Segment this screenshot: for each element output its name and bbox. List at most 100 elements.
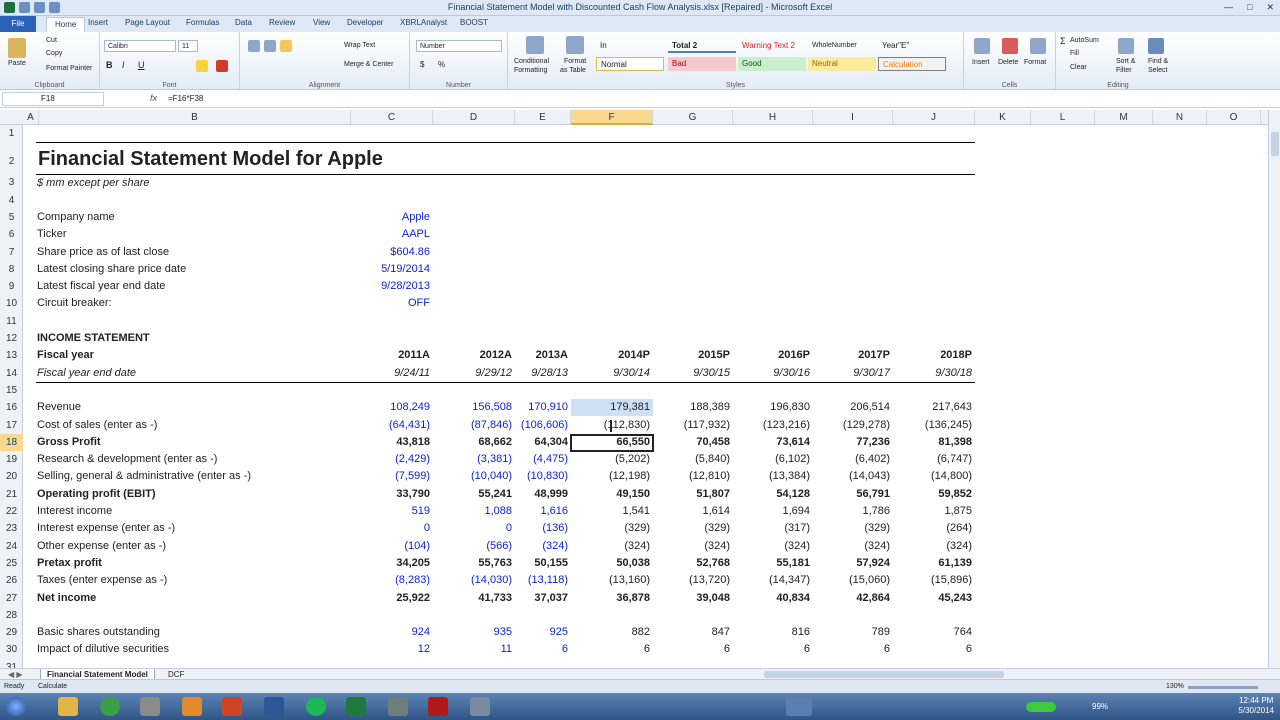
line-item-value[interactable]: (129,278) bbox=[813, 417, 893, 434]
line-item-value[interactable]: 108,249 bbox=[353, 399, 433, 416]
line-item-value[interactable]: 36,878 bbox=[573, 590, 653, 607]
fiscal-year-header[interactable]: 2017P bbox=[813, 347, 893, 364]
find-select-icon[interactable] bbox=[1148, 38, 1164, 54]
fiscal-year-end-label[interactable]: Fiscal year end date bbox=[37, 365, 136, 382]
wrap-text-button[interactable]: Wrap Text bbox=[344, 42, 375, 49]
fiscal-year-header[interactable]: 2013A bbox=[491, 347, 571, 364]
line-item-value[interactable]: (329) bbox=[573, 520, 653, 537]
line-item-label[interactable]: Other expense (enter as -) bbox=[37, 538, 166, 555]
format-painter-button[interactable]: Format Painter bbox=[46, 65, 92, 72]
line-item-value[interactable]: 51,807 bbox=[653, 486, 733, 503]
tab-review[interactable]: Review bbox=[269, 18, 295, 27]
tab-xbrlanalyst[interactable]: XBRLAnalyst bbox=[400, 18, 447, 27]
line-item-value[interactable]: (64,431) bbox=[353, 417, 433, 434]
row-header-6[interactable]: 6 bbox=[0, 226, 23, 243]
excel-icon[interactable] bbox=[346, 697, 366, 716]
line-item-value[interactable]: (14,800) bbox=[895, 468, 975, 485]
line-item-value[interactable]: 217,643 bbox=[895, 399, 975, 416]
line-item-label[interactable]: Revenue bbox=[37, 399, 81, 416]
network-icon[interactable] bbox=[1026, 702, 1056, 712]
info-label[interactable]: Circuit breaker: bbox=[37, 295, 112, 312]
column-header-l[interactable]: L bbox=[1031, 110, 1095, 125]
line-item-value[interactable]: (329) bbox=[653, 520, 733, 537]
shares-value[interactable]: 925 bbox=[491, 624, 571, 641]
line-item-label[interactable]: Gross Profit bbox=[37, 434, 101, 451]
line-item-value[interactable]: (14,347) bbox=[733, 572, 813, 589]
font-name-select[interactable]: Calibri bbox=[104, 40, 176, 52]
line-item-value[interactable]: (5,202) bbox=[573, 451, 653, 468]
cut-button[interactable]: Cut bbox=[46, 37, 57, 44]
line-item-value[interactable]: (112,830) bbox=[573, 417, 653, 434]
fiscal-year-header[interactable]: 2014P bbox=[573, 347, 653, 364]
format-cells-icon[interactable] bbox=[1030, 38, 1046, 54]
info-value[interactable]: 5/19/2014 bbox=[353, 261, 433, 278]
row-header-30[interactable]: 30 bbox=[0, 641, 23, 658]
info-value[interactable]: 9/28/2013 bbox=[353, 278, 433, 295]
sort-filter-button[interactable]: Sort & bbox=[1116, 58, 1135, 65]
line-item-value[interactable]: (13,720) bbox=[653, 572, 733, 589]
clear-button[interactable]: Clear bbox=[1070, 64, 1087, 71]
line-item-value[interactable]: 37,037 bbox=[491, 590, 571, 607]
line-item-value[interactable]: 206,514 bbox=[813, 399, 893, 416]
autosum-icon[interactable]: Σ bbox=[1060, 36, 1066, 46]
find-select-button[interactable]: Find & bbox=[1148, 58, 1168, 65]
line-item-value[interactable]: 40,834 bbox=[733, 590, 813, 607]
row-header-24[interactable]: 24 bbox=[0, 538, 23, 555]
line-item-value[interactable]: (10,830) bbox=[491, 468, 571, 485]
line-item-value[interactable]: 64,304 bbox=[491, 434, 571, 451]
line-item-value[interactable]: 61,139 bbox=[895, 555, 975, 572]
info-label[interactable]: Company name bbox=[37, 209, 115, 226]
row-header-7[interactable]: 7 bbox=[0, 244, 23, 261]
line-item-value[interactable]: 59,852 bbox=[895, 486, 975, 503]
info-label[interactable]: Ticker bbox=[37, 226, 67, 243]
style-good[interactable]: Good bbox=[738, 57, 806, 71]
line-item-value[interactable]: (123,216) bbox=[733, 417, 813, 434]
number-format-select[interactable]: Number bbox=[416, 40, 502, 52]
sort-filter-icon[interactable] bbox=[1118, 38, 1134, 54]
notification-icon[interactable] bbox=[786, 697, 812, 716]
line-item-label[interactable]: Research & development (enter as -) bbox=[37, 451, 217, 468]
line-item-value[interactable]: 45,243 bbox=[895, 590, 975, 607]
start-button-icon[interactable] bbox=[6, 697, 26, 716]
line-item-value[interactable]: (6,402) bbox=[813, 451, 893, 468]
bold-button[interactable]: B bbox=[106, 60, 113, 70]
format-button[interactable]: Format bbox=[1024, 59, 1046, 66]
row-header-29[interactable]: 29 bbox=[0, 624, 23, 641]
row-header-18[interactable]: 18 bbox=[0, 433, 23, 452]
horizontal-scroll-thumb[interactable] bbox=[764, 671, 1004, 678]
shares-value[interactable]: 6 bbox=[491, 641, 571, 658]
fiscal-year-end-date[interactable]: 9/30/15 bbox=[653, 365, 733, 382]
style-in[interactable]: In bbox=[596, 39, 664, 53]
fiscal-year-header[interactable]: 2016P bbox=[733, 347, 813, 364]
align-bottom-icon[interactable] bbox=[280, 40, 292, 52]
shares-value[interactable]: 6 bbox=[653, 641, 733, 658]
close-icon[interactable]: ✕ bbox=[1266, 2, 1274, 13]
fiscal-year-end-date[interactable]: 9/30/17 bbox=[813, 365, 893, 382]
line-item-value[interactable]: (329) bbox=[813, 520, 893, 537]
fiscal-year-end-date[interactable]: 9/30/18 bbox=[895, 365, 975, 382]
row-header-22[interactable]: 22 bbox=[0, 503, 23, 520]
shares-value[interactable]: 789 bbox=[813, 624, 893, 641]
sheet-subtitle[interactable]: $ mm except per share bbox=[37, 175, 150, 192]
line-item-value[interactable]: (12,198) bbox=[573, 468, 653, 485]
merge-center-button[interactable]: Merge & Center bbox=[344, 61, 393, 68]
line-item-value[interactable]: (13,118) bbox=[491, 572, 571, 589]
line-item-value[interactable]: 33,790 bbox=[353, 486, 433, 503]
line-item-value[interactable]: 196,830 bbox=[733, 399, 813, 416]
line-item-value[interactable]: 81,398 bbox=[895, 434, 975, 451]
info-label[interactable]: Latest closing share price date bbox=[37, 261, 186, 278]
italic-button[interactable]: I bbox=[122, 60, 125, 70]
line-item-value[interactable]: (324) bbox=[895, 538, 975, 555]
shares-label[interactable]: Impact of dilutive securities bbox=[37, 641, 169, 658]
word-icon[interactable] bbox=[264, 697, 284, 716]
column-header-b[interactable]: B bbox=[39, 110, 351, 125]
format-as-table-button[interactable]: Format bbox=[564, 58, 586, 65]
line-item-label[interactable]: Selling, general & administrative (enter… bbox=[37, 468, 251, 485]
line-item-value[interactable]: 34,205 bbox=[353, 555, 433, 572]
line-item-value[interactable]: 0 bbox=[353, 520, 433, 537]
delete-cells-icon[interactable] bbox=[1002, 38, 1018, 54]
maximize-icon[interactable]: □ bbox=[1247, 2, 1252, 13]
line-item-value[interactable]: 77,236 bbox=[813, 434, 893, 451]
column-header-g[interactable]: G bbox=[653, 110, 733, 125]
row-header-8[interactable]: 8 bbox=[0, 261, 23, 278]
